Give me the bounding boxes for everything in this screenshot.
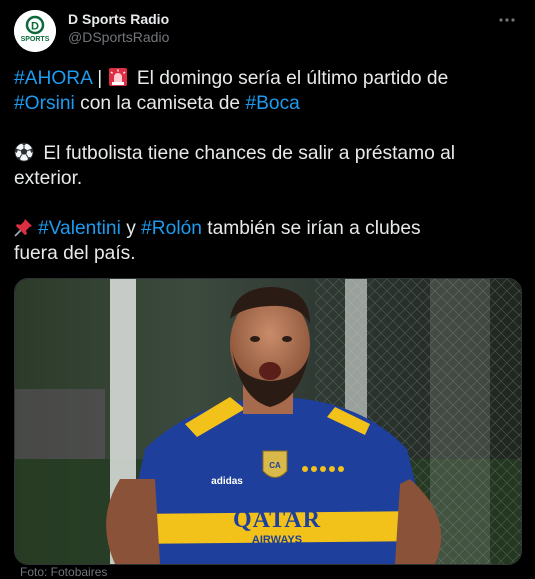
hashtag-ahora[interactable]: #AHORA bbox=[14, 68, 92, 89]
hashtag-boca[interactable]: #Boca bbox=[245, 93, 299, 114]
soccer-ball-emoji bbox=[14, 142, 34, 162]
svg-text:D: D bbox=[31, 21, 39, 33]
tweet-photo[interactable]: CA adidas QATAR AIRWAYS bbox=[14, 278, 522, 565]
tweet-text-segment: El futbolista tiene chances de salir a p… bbox=[38, 143, 456, 164]
tweet-line: El futbolista tiene chances de salir a p… bbox=[14, 141, 519, 166]
svg-text:adidas: adidas bbox=[211, 476, 243, 487]
dsports-logo: D SPORTS bbox=[14, 10, 56, 52]
ellipsis-icon bbox=[499, 18, 515, 22]
author-names: D Sports Radio @DSportsRadio bbox=[68, 11, 169, 47]
handle[interactable]: @DSportsRadio bbox=[68, 28, 169, 47]
tweet-text-segment: también se irían a clubes bbox=[201, 218, 421, 239]
photo-credit: Foto: Fotobaires bbox=[20, 565, 108, 579]
pushpin-emoji bbox=[14, 219, 32, 237]
tweet-line: #AHORA | El domingo sería el último part… bbox=[14, 66, 519, 91]
more-options-button[interactable] bbox=[493, 10, 521, 34]
tweet-text-segment: fuera del país. bbox=[14, 243, 136, 264]
tweet-text: #AHORA | El domingo sería el último part… bbox=[14, 66, 519, 266]
tweet-header: D SPORTS D Sports Radio @DSportsRadio bbox=[14, 8, 521, 52]
tweet-line: exterior. bbox=[14, 166, 519, 191]
svg-text:CA: CA bbox=[269, 461, 281, 470]
hashtag-valentini[interactable]: #Valentini bbox=[38, 218, 121, 239]
svg-text:QATAR: QATAR bbox=[233, 507, 321, 533]
hashtag-orsini[interactable]: #Orsini bbox=[14, 93, 75, 114]
display-name[interactable]: D Sports Radio bbox=[68, 11, 169, 28]
tweet-text-segment: con la camiseta de bbox=[74, 93, 246, 114]
avatar[interactable]: D SPORTS bbox=[14, 10, 56, 52]
separator: | bbox=[91, 68, 108, 89]
tweet-text-segment: y bbox=[120, 218, 142, 239]
tweet-text-segment: exterior. bbox=[14, 168, 83, 189]
svg-text:AIRWAYS: AIRWAYS bbox=[252, 534, 302, 546]
tweet-line: fuera del país. bbox=[14, 241, 519, 266]
player-photo: CA adidas QATAR AIRWAYS bbox=[15, 279, 521, 564]
hashtag-rolon[interactable]: #Rolón bbox=[141, 218, 202, 239]
tweet-text-segment: El domingo sería el último partido de bbox=[131, 68, 449, 89]
rotating-light-emoji bbox=[108, 68, 127, 86]
svg-text:SPORTS: SPORTS bbox=[21, 36, 50, 43]
tweet-line: #Valentini y #Rolón también se irían a c… bbox=[14, 216, 519, 241]
tweet-line: #Orsini con la camiseta de #Boca bbox=[14, 91, 519, 116]
